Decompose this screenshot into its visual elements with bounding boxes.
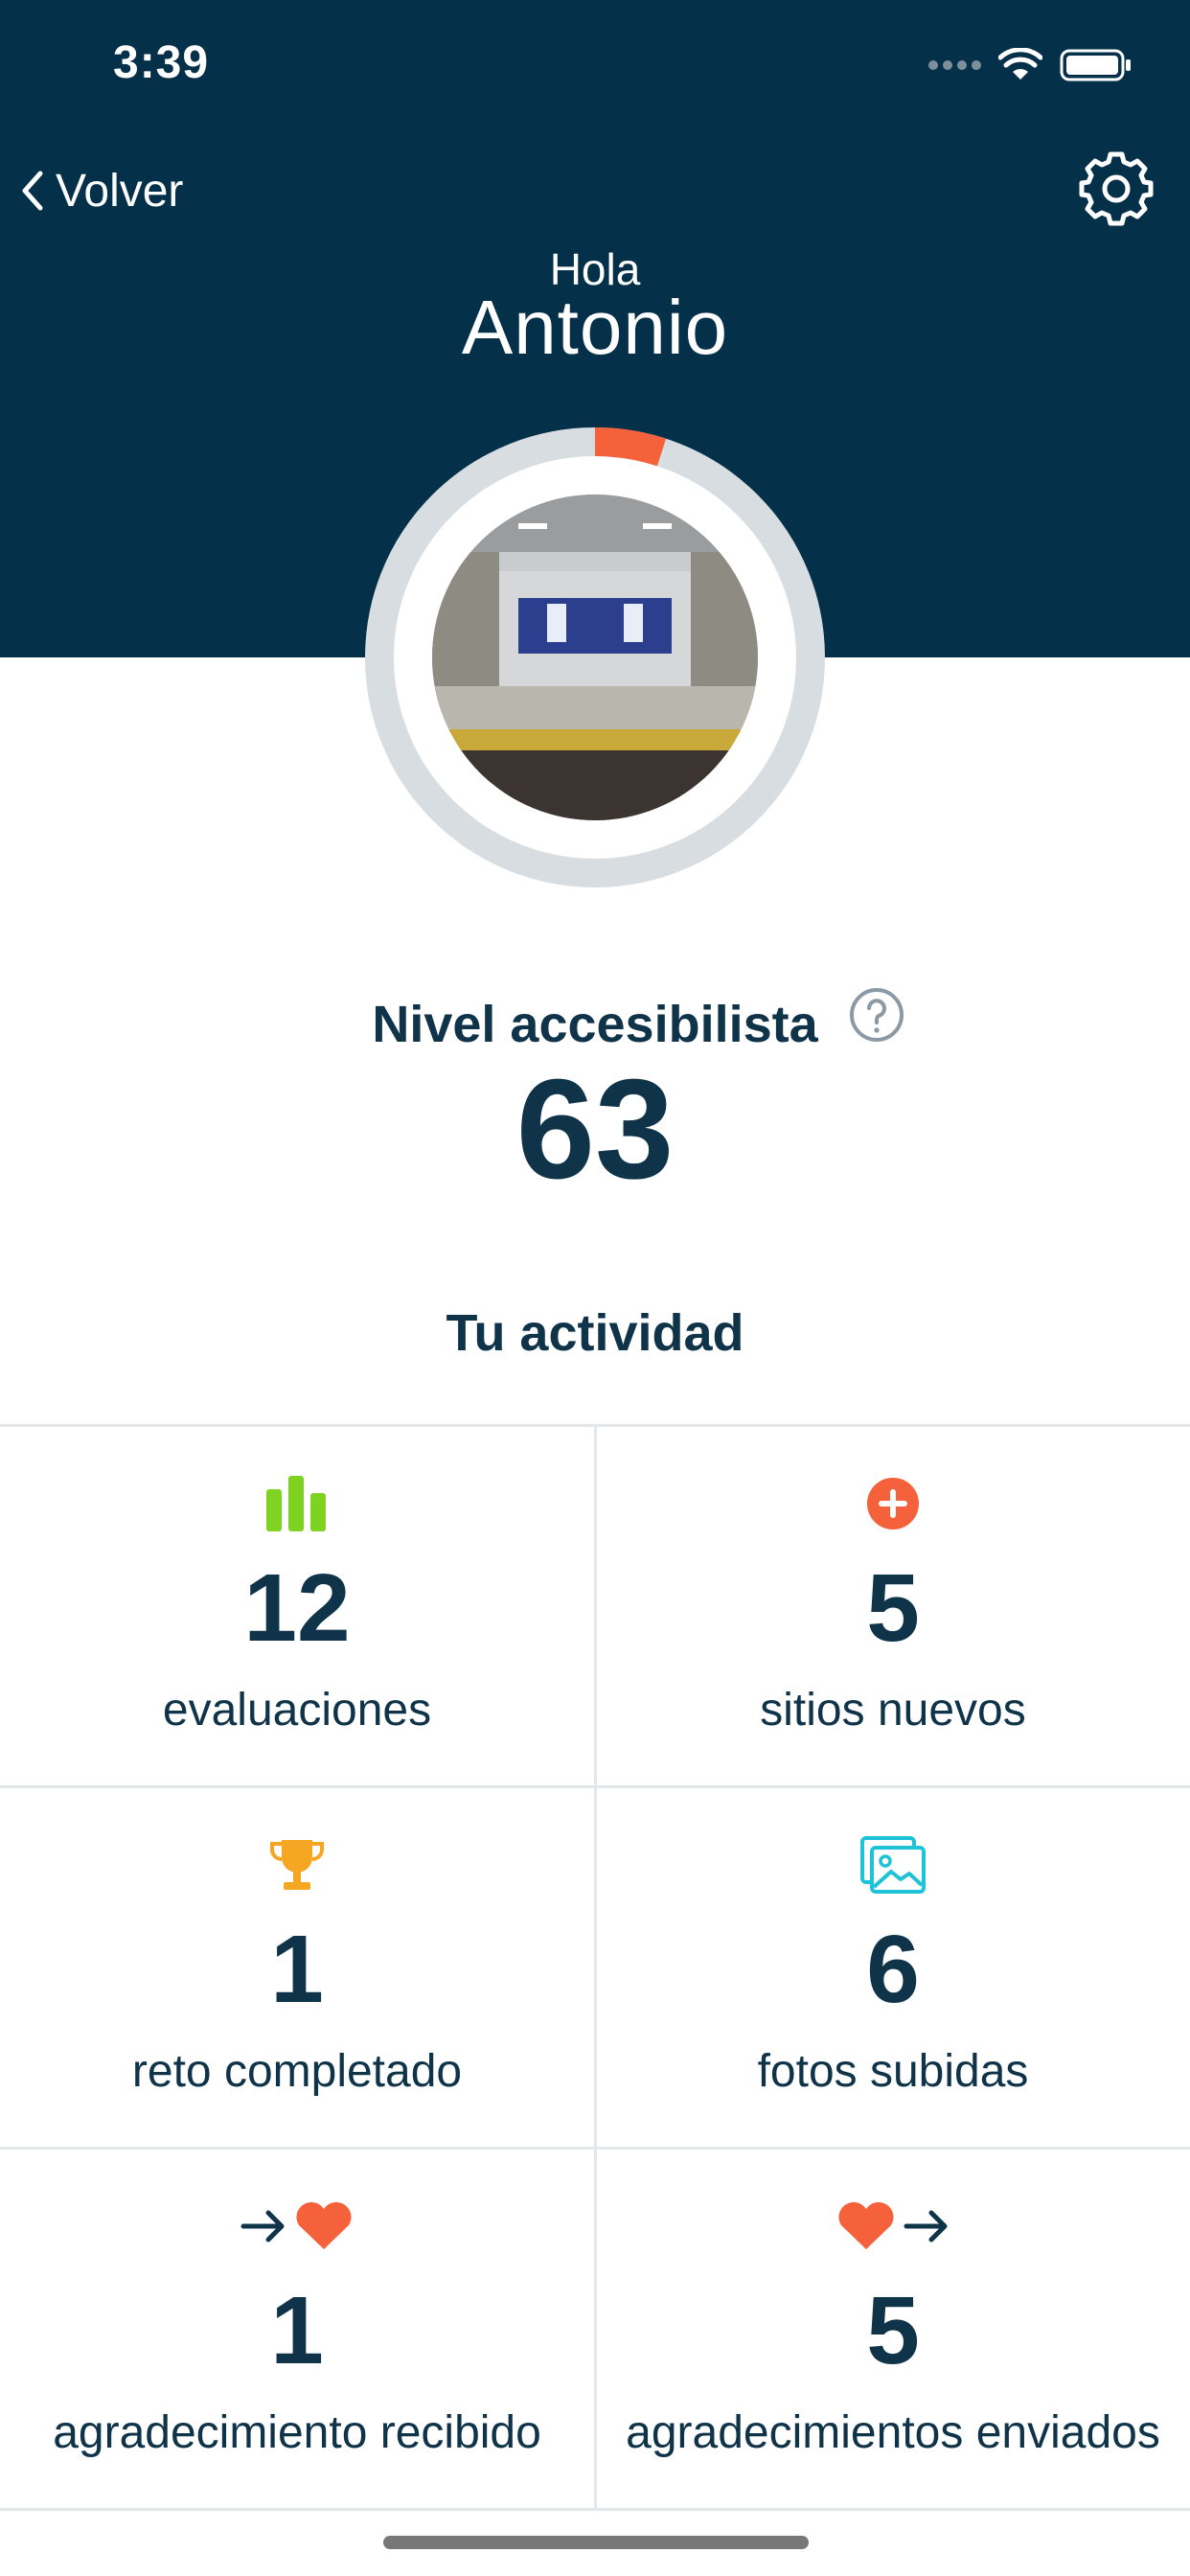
activity-label: reto completado [131,2046,463,2097]
help-question-icon[interactable] [849,987,904,1043]
photos-icon [860,1836,926,1894]
wifi-icon [998,48,1042,80]
bar-chart-icon [266,1476,326,1531]
activity-label: agradecimientos enviados [626,2407,1160,2458]
signal-icon [928,60,981,70]
level-label: Nivel accesibilista [372,996,818,1053]
level-value: 63 [515,1050,675,1208]
activity-value: 6 [866,1916,920,2023]
status-icons [928,46,1133,84]
activity-label: sitios nuevos [760,1685,1026,1736]
activity-label: evaluaciones [162,1685,432,1736]
chevron-left-icon [22,171,43,211]
avatar[interactable] [432,494,758,820]
activity-label: agradecimiento recibido [53,2407,541,2458]
plus-circle-icon [867,1478,919,1530]
settings-gear-icon[interactable] [1077,150,1156,228]
home-indicator[interactable] [383,2536,809,2549]
back-button[interactable]: Volver [17,157,183,224]
status-time: 3:39 [113,37,210,88]
activity-card-evaluaciones[interactable]: 12 evaluaciones [0,1427,597,1788]
activity-value: 1 [270,2277,324,2384]
avatar-photo [432,494,758,820]
activity-title: Tu actividad [446,1304,744,1362]
activity-label: fotos subidas [757,2046,1029,2097]
trophy-icon [270,1840,324,1890]
activity-card-agradecimiento-recibido[interactable]: 1 agradecimiento recibido [0,2150,597,2511]
activity-card-sitios-nuevos[interactable]: 5 sitios nuevos [596,1427,1190,1788]
activity-card-reto-completado[interactable]: 1 reto completado [0,1788,597,2150]
activity-value: 5 [866,2277,920,2384]
activity-value: 12 [243,1554,351,1662]
back-label: Volver [56,165,184,217]
activity-card-fotos-subidas[interactable]: 6 fotos subidas [596,1788,1190,2150]
user-name: Antonio [461,285,729,370]
heart-sent-icon [838,2201,948,2249]
activity-card-agradecimientos-enviados[interactable]: 5 agradecimientos enviados [596,2150,1190,2511]
activity-value: 5 [866,1554,920,1662]
heart-received-icon [240,2201,352,2249]
activity-value: 1 [270,1916,324,2023]
battery-icon [1060,49,1131,81]
activity-grid: 12 evaluaciones 5 sitios nuevos 1 reto c… [0,1424,1190,2518]
